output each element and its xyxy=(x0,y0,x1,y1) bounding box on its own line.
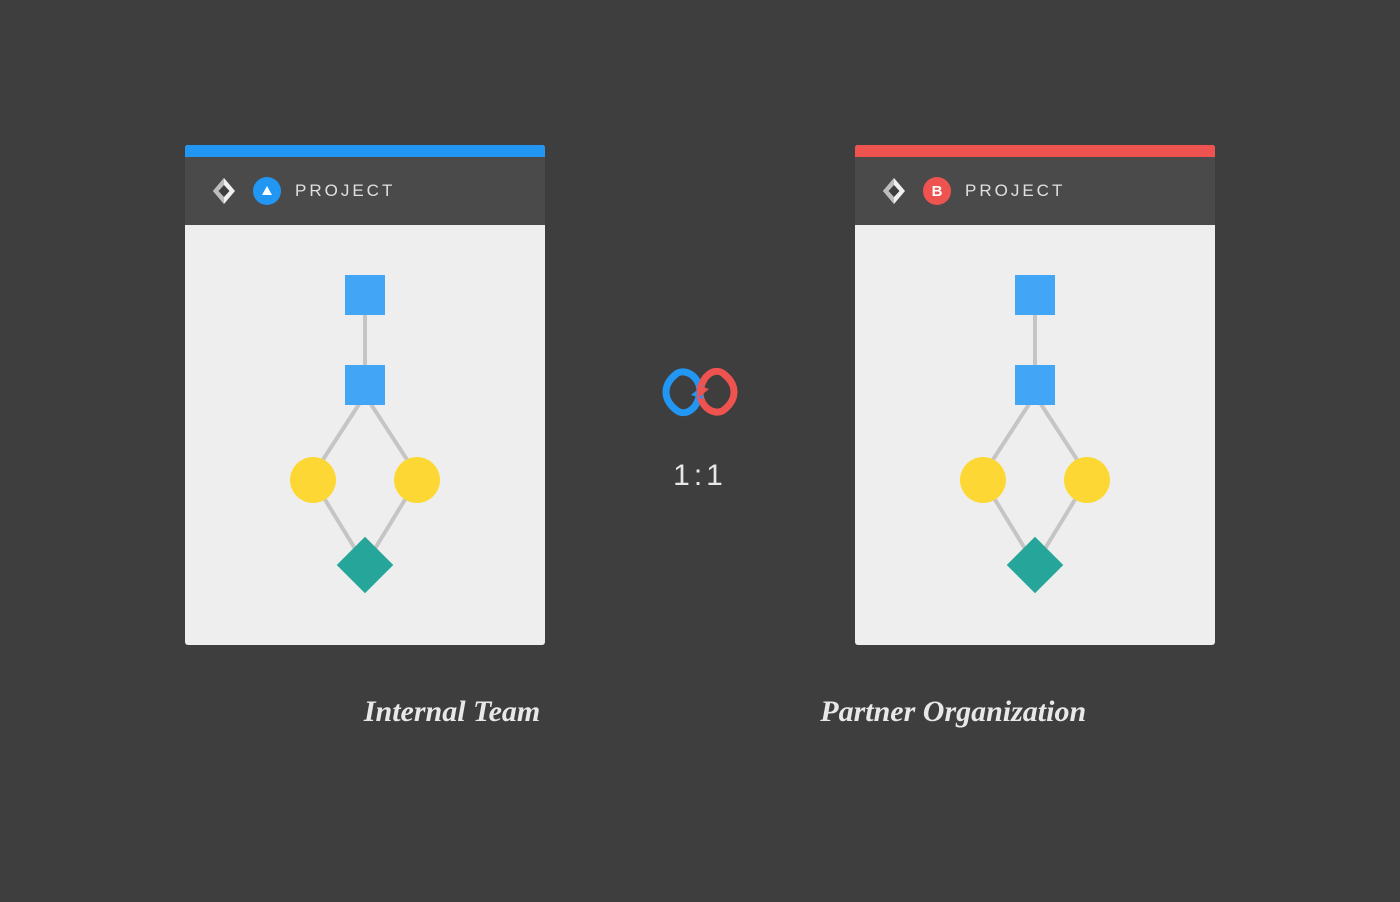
project-badge-a xyxy=(253,177,281,205)
panel-body xyxy=(855,225,1215,645)
jira-logo-icon xyxy=(879,176,909,206)
panel-header: B PROJECT xyxy=(855,157,1215,225)
panel-header: PROJECT xyxy=(185,157,545,225)
project-label: PROJECT xyxy=(965,181,1065,201)
captions-row: Internal Team Partner Organization xyxy=(0,695,1400,729)
sync-infinity-icon xyxy=(655,357,745,427)
panel-accent-bar xyxy=(185,145,545,157)
jira-logo-icon xyxy=(209,176,239,206)
center-sync-area: 1:1 xyxy=(655,357,745,493)
tree-diagram-icon xyxy=(935,265,1135,625)
project-panel-right: B PROJECT xyxy=(855,145,1215,645)
ratio-label: 1:1 xyxy=(673,459,727,493)
caption-right: Partner Organization xyxy=(820,695,1086,729)
caption-left: Internal Team xyxy=(364,695,540,729)
panel-accent-bar xyxy=(855,145,1215,157)
project-panel-left: PROJECT xyxy=(185,145,545,645)
panel-body xyxy=(185,225,545,645)
project-label: PROJECT xyxy=(295,181,395,201)
project-badge-b: B xyxy=(923,177,951,205)
diagram-container: PROJECT xyxy=(0,0,1400,645)
tree-diagram-icon xyxy=(265,265,465,625)
